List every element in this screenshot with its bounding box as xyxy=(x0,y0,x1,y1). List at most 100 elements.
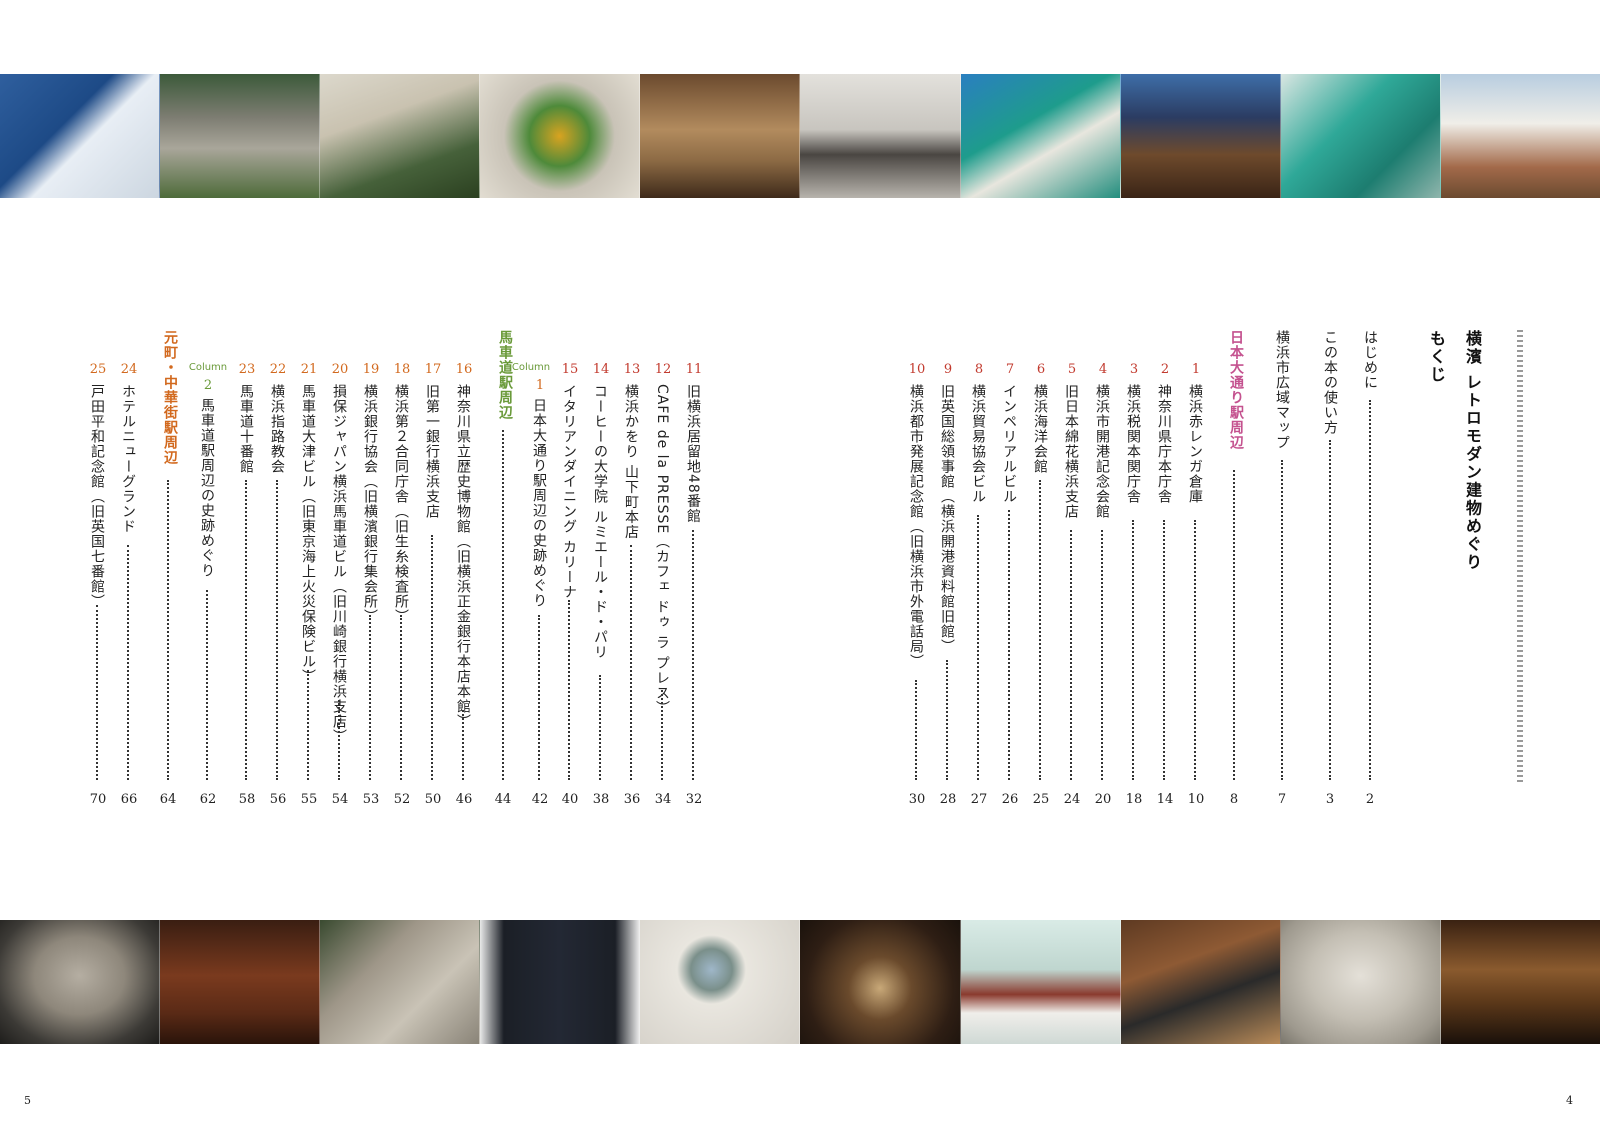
page-number: 70 xyxy=(89,792,107,807)
leader-dots xyxy=(1194,520,1196,780)
leader-dots xyxy=(96,605,98,780)
toc-entry-10[interactable]: 横浜都市発展記念館（旧横浜市外電話局） xyxy=(908,384,924,669)
toc-entry-18[interactable]: 横浜第２合同庁舎（旧生糸検査所） xyxy=(393,384,409,624)
toc-heading: もくじ xyxy=(1427,330,1446,384)
leader-dots xyxy=(167,480,169,780)
photo-brick-dusk xyxy=(1120,74,1281,198)
page-folio-right: 4 xyxy=(1566,1094,1573,1107)
entry-number: 25 xyxy=(89,362,107,377)
photo-wood-chrysanthemum xyxy=(800,920,961,1044)
toc-entry-16[interactable]: 神奈川県立歴史博物館（旧横浜正金銀行本店本館） xyxy=(455,384,471,729)
photo-blue-bathroom xyxy=(0,74,161,198)
photo-coffee-cups xyxy=(1440,920,1600,1044)
toc-entry-7[interactable]: インペリアルビル xyxy=(1001,384,1017,504)
toc-entry-21[interactable]: 馬車道大津ビル（旧東京海上火災保険ビル） xyxy=(300,384,316,684)
toc-entry-11[interactable]: 旧横浜居留地48番館 xyxy=(685,384,701,524)
photo-table-flowers xyxy=(960,920,1121,1044)
column-tag: Column xyxy=(188,362,228,373)
page-number: 42 xyxy=(531,792,549,807)
photo-stone-carving xyxy=(1280,920,1441,1044)
leader-dots xyxy=(946,660,948,780)
leader-dots xyxy=(462,710,464,780)
photo-white-villa xyxy=(1440,74,1600,198)
toc-entry-3[interactable]: 横浜税関本関庁舎 xyxy=(1125,384,1141,504)
leader-dots xyxy=(369,615,371,780)
page-number: 58 xyxy=(238,792,256,807)
toc-entry-24[interactable]: ホテルニューグランド xyxy=(120,384,136,534)
toc-entry-19[interactable]: 横浜銀行協会（旧横濱銀行集会所） xyxy=(362,384,378,624)
photo-cafe-interior xyxy=(640,74,801,198)
leader-dots xyxy=(206,590,208,780)
toc-entry-9[interactable]: 旧英国総領事館（横浜開港資料館旧館） xyxy=(939,384,955,654)
toc-entry-17[interactable]: 旧第一銀行横浜支店 xyxy=(424,384,440,519)
leader-dots xyxy=(1163,520,1165,780)
leader-dots xyxy=(568,600,570,780)
leader-dots xyxy=(502,430,504,780)
leader-dots xyxy=(1008,510,1010,780)
section-heading-bashamichi[interactable]: 馬車道駅周辺 xyxy=(495,330,515,420)
toc-entry-1[interactable]: 横浜赤レンガ倉庫 xyxy=(1187,384,1203,504)
page-number: 7 xyxy=(1277,792,1287,807)
toc-front-usage[interactable]: この本の使い方 xyxy=(1322,330,1338,435)
column-number: 1 xyxy=(535,378,545,393)
entry-number: 10 xyxy=(908,362,926,377)
toc-entry-4[interactable]: 横浜市開港記念会館 xyxy=(1094,384,1110,519)
page-number: 8 xyxy=(1229,792,1239,807)
top-photo-strip xyxy=(0,74,1600,198)
toc-entry-2[interactable]: 神奈川県庁本庁舎 xyxy=(1156,384,1172,504)
toc-entry-13[interactable]: 横浜かをり 山下町本店 xyxy=(623,384,639,539)
photo-carriage-sign xyxy=(480,74,641,198)
leader-dots xyxy=(431,535,433,780)
page-number: 44 xyxy=(494,792,512,807)
toc-entry-25[interactable]: 戸田平和記念館（旧英国七番館） xyxy=(89,384,105,609)
leader-dots xyxy=(538,615,540,780)
toc-entry-20[interactable]: 損保ジャパン横浜馬車道ビル（旧川崎銀行横浜支店） xyxy=(331,384,347,744)
leader-dots xyxy=(400,615,402,780)
toc-column-1[interactable]: 日本大通り駅周辺の史跡めぐり xyxy=(531,398,547,608)
toc-entry-5[interactable]: 旧日本綿花横浜支店 xyxy=(1063,384,1079,519)
bottom-photo-strip xyxy=(0,920,1600,1044)
leader-dots xyxy=(661,690,663,780)
toc-entry-22[interactable]: 横浜指路教会 xyxy=(269,384,285,474)
toc-entry-6[interactable]: 横浜海洋会館 xyxy=(1032,384,1048,474)
photo-porch-lamp xyxy=(320,74,481,198)
photo-teal-porch xyxy=(1280,74,1441,198)
photo-typewriter xyxy=(1120,920,1281,1044)
leader-dots xyxy=(307,670,309,780)
toc-front-hajimeni[interactable]: はじめに xyxy=(1362,330,1378,390)
leader-dots xyxy=(245,480,247,780)
leader-dots xyxy=(599,675,601,780)
photo-stone-plaque xyxy=(0,920,161,1044)
leader-dots xyxy=(1281,460,1283,780)
book-title: 横濱 レトロモダン建物めぐり xyxy=(1463,330,1482,572)
page-number: 30 xyxy=(908,792,926,807)
page-number: 62 xyxy=(199,792,217,807)
toc-front-map[interactable]: 横浜市広域マップ xyxy=(1274,330,1290,450)
toc-entry-23[interactable]: 馬車道十番館 xyxy=(238,384,254,474)
photo-round-window xyxy=(640,920,801,1044)
leader-dots xyxy=(276,480,278,780)
page-folio-left: 5 xyxy=(24,1094,31,1107)
page-number: 2 xyxy=(1365,792,1375,807)
photo-gate-post xyxy=(160,74,321,198)
toc-entry-15[interactable]: イタリアンダイニング カリーナ xyxy=(561,384,577,599)
toc-entry-12[interactable]: CAFE de la PRESSE（カフェ ドゥ ラ プレス） xyxy=(654,384,670,716)
toc-entry-14[interactable]: コーヒーの大学院 ルミエール・ド・パリ xyxy=(592,384,608,659)
section-heading-nihon-odori[interactable]: 日本大通り駅周辺 xyxy=(1226,330,1246,450)
page-number: 64 xyxy=(159,792,177,807)
leader-dots xyxy=(338,700,340,780)
leader-dots xyxy=(1070,530,1072,780)
leader-dots xyxy=(977,515,979,780)
leader-dots xyxy=(1101,530,1103,780)
toc-entry-8[interactable]: 横浜貿易協会ビル xyxy=(970,384,986,504)
leader-dots xyxy=(1132,520,1134,780)
leader-dots xyxy=(127,545,129,780)
decorative-border xyxy=(1517,330,1523,782)
section-heading-motomachi[interactable]: 元町・中華街駅周辺 xyxy=(160,330,180,465)
photo-stone-relief xyxy=(320,920,481,1044)
column-number: 2 xyxy=(203,378,213,393)
leader-dots xyxy=(1329,440,1331,780)
leader-dots xyxy=(1233,470,1235,780)
leader-dots xyxy=(692,530,694,780)
toc-column-2[interactable]: 馬車道駅周辺の史跡めぐり xyxy=(199,398,215,578)
